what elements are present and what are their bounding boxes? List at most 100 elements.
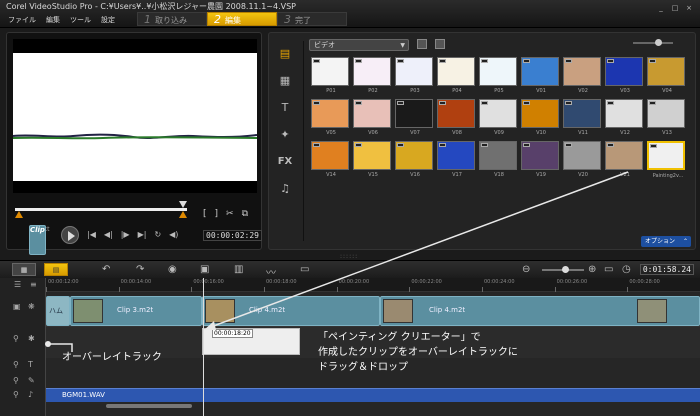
home-icon[interactable]: |◀ [87, 230, 96, 239]
next-frame-icon[interactable]: |▶ [121, 230, 130, 239]
music-note-icon[interactable]: ♪ [28, 390, 33, 399]
step-edit[interactable]: 2 編集 [207, 12, 277, 26]
voice-mic-icon[interactable]: ✎ [28, 376, 35, 385]
options-button[interactable]: オプション ⌃ [640, 236, 691, 247]
video-clip[interactable]: Clip 4.m2t [202, 296, 380, 326]
overlay-track-icon[interactable]: ⚲ [13, 334, 19, 343]
trim-out-handle[interactable] [179, 211, 187, 218]
end-icon[interactable]: ▶| [138, 230, 147, 239]
timeline-ruler[interactable]: 00:00:12:00 00:00:14:00 00:00:16:00 00:00:1… [46, 278, 700, 292]
library-thumbnail[interactable]: V12 [605, 99, 643, 136]
enlarge-icon[interactable]: ⧉ [242, 209, 248, 219]
preview-scrubber[interactable] [15, 201, 187, 218]
fit-project-icon[interactable]: ▭ [604, 264, 613, 275]
library-thumbnail[interactable]: V01 [521, 57, 559, 94]
repeat-icon[interactable]: ↻ [154, 230, 161, 239]
menu-edit[interactable]: 編集 [46, 15, 60, 25]
zoom-out-icon[interactable]: ⊖ [522, 264, 530, 275]
title-track-t-icon[interactable]: T [28, 360, 33, 369]
step-share[interactable]: 3 完了 [277, 12, 347, 26]
preview-timecode[interactable]: 00:00:02:29 [203, 230, 262, 241]
library-thumbnail[interactable]: V08 [437, 99, 475, 136]
minimize-icon[interactable]: _ [656, 4, 666, 13]
video-clip[interactable]: Clip 3.m2t [70, 296, 202, 326]
category-dropdown[interactable]: ビデオ ▼ [309, 39, 409, 51]
ripple-edit-icon[interactable]: ❋ [28, 302, 35, 311]
library-thumbnail[interactable]: Painting2v... [647, 141, 685, 179]
voice-track-icon[interactable]: ⚲ [13, 376, 19, 385]
cut-icon[interactable]: ✂ [226, 209, 234, 219]
library-thumbnail[interactable]: P04 [437, 57, 475, 94]
title-track-icon[interactable]: ⚲ [13, 360, 19, 369]
import-icon[interactable] [435, 39, 445, 49]
redo-icon[interactable]: ↷ [136, 264, 144, 275]
library-thumbnail[interactable]: V07 [395, 99, 433, 136]
storyboard-view-button[interactable]: ▦ [12, 263, 36, 276]
music-track-icon[interactable]: ⚲ [13, 390, 19, 399]
library-thumbnail[interactable]: V04 [647, 57, 685, 94]
library-thumbnail[interactable]: P05 [479, 57, 517, 94]
video-clip[interactable]: Clip 4.m2t [380, 296, 700, 326]
track-manager-icon[interactable]: ☰ [14, 280, 21, 289]
library-thumbnail[interactable]: P01 [311, 57, 349, 94]
menu-file[interactable]: ファイル [8, 15, 36, 25]
library-thumbnail[interactable]: V18 [479, 141, 517, 178]
library-thumbnail[interactable]: V16 [395, 141, 433, 178]
timeline-zoom-knob[interactable] [562, 266, 569, 273]
library-thumbnail[interactable]: V09 [479, 99, 517, 136]
overlay-ripple-icon[interactable]: ✱ [28, 334, 35, 343]
record-capture-icon[interactable]: ◉ [168, 264, 177, 275]
music-track[interactable]: BGM01.WAV [46, 388, 700, 402]
play-button[interactable] [61, 226, 79, 244]
library-thumbnail[interactable]: V14 [311, 141, 349, 178]
library-thumbnail[interactable]: V02 [563, 57, 601, 94]
undo-icon[interactable]: ↶ [102, 264, 110, 275]
trim-in-handle[interactable] [15, 211, 23, 218]
library-thumbnail[interactable]: V17 [437, 141, 475, 178]
smart-render-icon[interactable]: ▣ [200, 264, 209, 275]
title-icon[interactable]: T [275, 99, 295, 117]
audio-icon[interactable]: ♫ [275, 180, 295, 198]
media-icon[interactable]: ▤ [275, 45, 295, 63]
maximize-icon[interactable]: □ [670, 4, 680, 13]
chapter-icon[interactable]: ▥ [234, 264, 243, 275]
project-clip-switch[interactable]: Project Clip [29, 225, 50, 255]
instant-project-icon[interactable]: ▦ [275, 72, 295, 90]
volume-icon[interactable]: ◀) [169, 230, 178, 239]
library-thumbnail[interactable]: V11 [563, 99, 601, 136]
library-thumbnail[interactable]: V05 [311, 99, 349, 136]
library-thumbnail[interactable]: V19 [521, 141, 559, 178]
fx-tab[interactable]: FX [275, 153, 295, 171]
scrub-playhead[interactable] [179, 201, 187, 208]
menu-tools[interactable]: ツール [70, 15, 91, 25]
zoom-in-icon[interactable]: ⊕ [588, 264, 596, 275]
graphics-icon[interactable]: ✦ [275, 126, 295, 144]
library-thumbnail[interactable]: V15 [353, 141, 391, 178]
library-thumbnail[interactable]: V10 [521, 99, 559, 136]
audio-mixer-icon[interactable]: 〰 [266, 264, 276, 279]
menu-settings[interactable]: 設定 [101, 15, 115, 25]
playhead[interactable] [203, 278, 204, 416]
browse-folder-icon[interactable] [417, 39, 427, 49]
library-thumbnail[interactable]: V21 [605, 141, 643, 178]
timeline-view-button[interactable]: ▤ [44, 263, 68, 276]
zoom-knob[interactable] [655, 39, 662, 46]
library-thumbnail[interactable]: V06 [353, 99, 391, 136]
video-track-icon[interactable]: ▣ [13, 302, 21, 311]
video-clip[interactable]: ハム [46, 296, 70, 326]
prev-frame-icon[interactable]: ◀| [104, 230, 113, 239]
auto-music-icon[interactable]: ▭ [300, 264, 309, 275]
mark-in-button[interactable]: [ [203, 209, 207, 219]
library-thumbnail[interactable]: V13 [647, 99, 685, 136]
close-icon[interactable]: × [684, 4, 694, 13]
thumbnail-zoom-slider[interactable] [633, 39, 673, 46]
library-thumbnail[interactable]: P03 [395, 57, 433, 94]
library-thumbnail[interactable]: V20 [563, 141, 601, 178]
timeline-scrollbar[interactable] [106, 404, 192, 408]
panel-grip[interactable]: :::::: [340, 253, 358, 260]
library-thumbnail[interactable]: V03 [605, 57, 643, 94]
duration-icon[interactable]: ◷ [622, 264, 631, 275]
track-list-icon[interactable]: ≡ [30, 280, 37, 289]
step-capture[interactable]: 1 取り込み [137, 12, 207, 26]
mark-out-button[interactable]: ] [215, 209, 219, 219]
